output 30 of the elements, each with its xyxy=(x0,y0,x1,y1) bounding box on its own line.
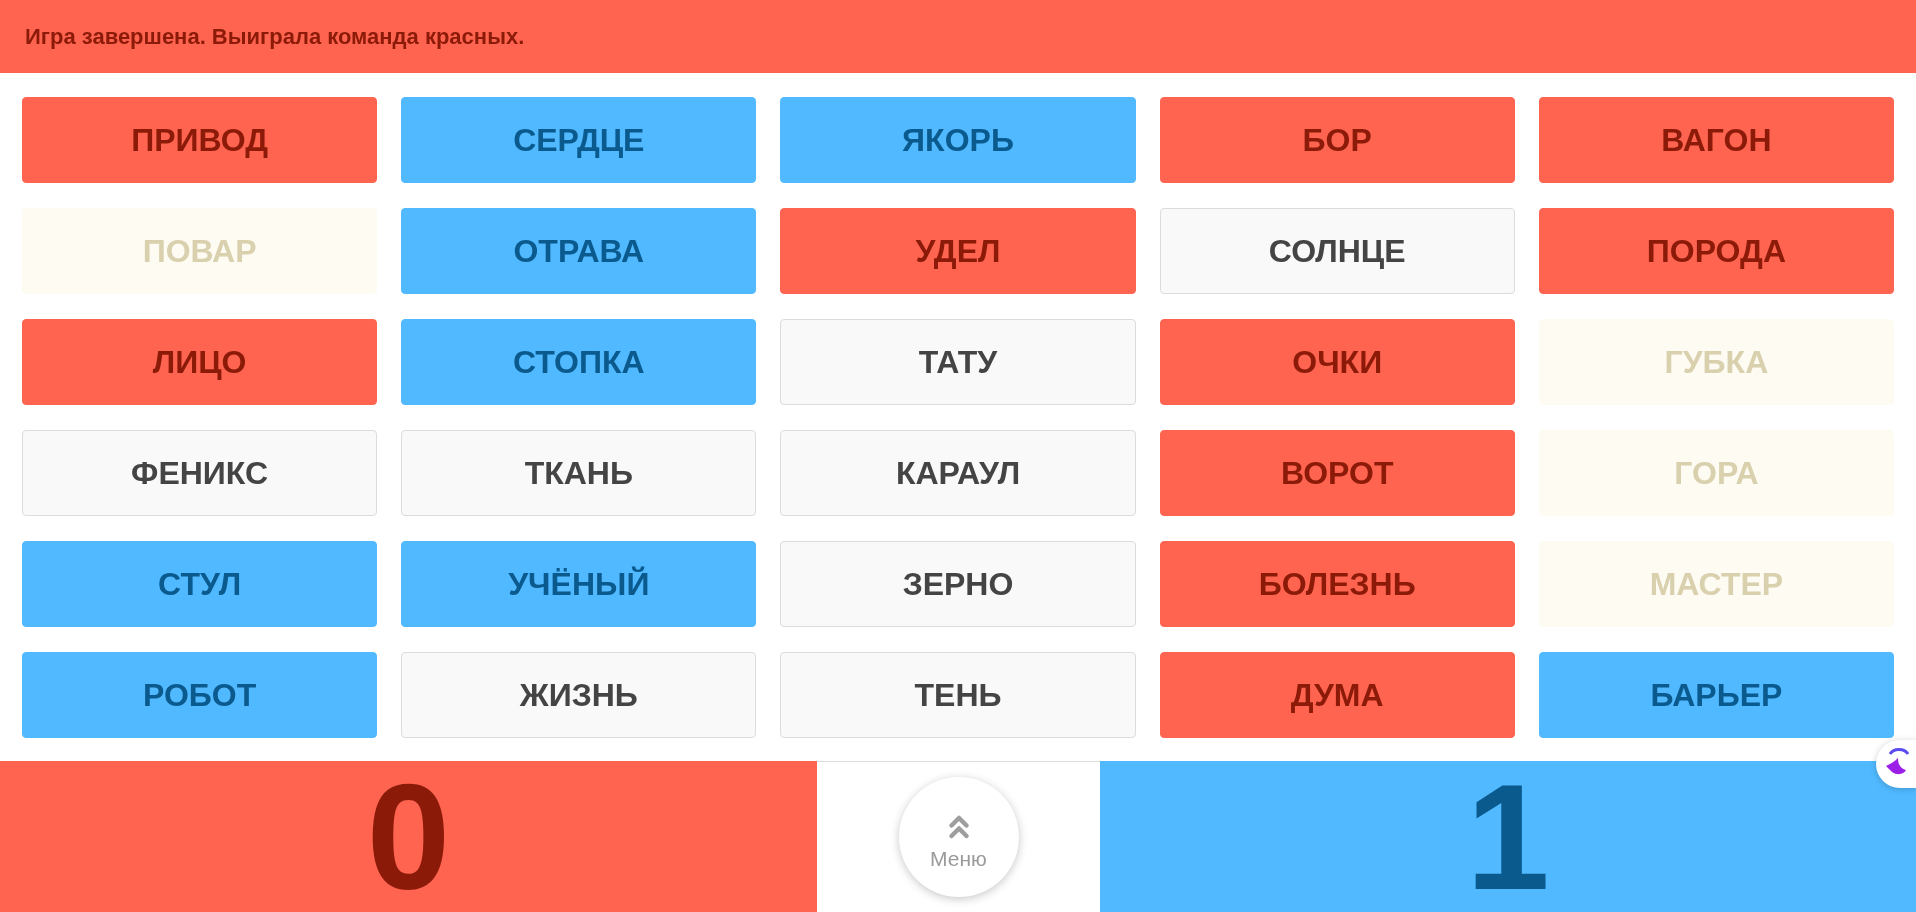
word-card[interactable]: СТОПКА xyxy=(401,319,757,405)
word-card[interactable]: ТАТУ xyxy=(780,319,1136,405)
word-card[interactable]: РОБОТ xyxy=(22,652,378,738)
word-card[interactable]: БАРЬЕР xyxy=(1538,652,1894,738)
word-card[interactable]: СЕРДЦЕ xyxy=(401,97,757,183)
word-card[interactable]: ПРИВОД xyxy=(22,97,378,183)
word-card[interactable]: ЗЕРНО xyxy=(780,541,1136,627)
menu-button[interactable]: Меню xyxy=(898,777,1019,897)
status-message: Игра завершена. Выиграла команда красных. xyxy=(25,23,525,50)
word-card[interactable]: УДЕЛ xyxy=(780,208,1136,294)
word-card[interactable]: ВАГОН xyxy=(1538,97,1894,183)
word-card[interactable]: СОЛНЦЕ xyxy=(1159,208,1515,294)
word-card[interactable]: ЖИЗНЬ xyxy=(401,652,757,738)
team-score: 0 xyxy=(366,761,451,912)
word-card[interactable]: БОР xyxy=(1159,97,1515,183)
word-card[interactable]: ПОРОДА xyxy=(1538,208,1894,294)
word-card[interactable]: ДУМА xyxy=(1159,652,1515,738)
word-card[interactable]: ВОРОТ xyxy=(1159,430,1515,516)
word-card[interactable]: КАРАУЛ xyxy=(780,430,1136,516)
word-card[interactable]: СТУЛ xyxy=(22,541,378,627)
word-card[interactable]: ФЕНИКС xyxy=(22,430,378,516)
word-card[interactable]: ТЕНЬ xyxy=(780,652,1136,738)
team-score: 1 xyxy=(1466,761,1550,912)
word-card[interactable]: УЧЁНЫЙ xyxy=(401,541,757,627)
word-card[interactable]: ОЧКИ xyxy=(1159,319,1515,405)
word-card[interactable]: ЛИЦО xyxy=(22,319,378,405)
word-card[interactable]: БОЛЕЗНЬ xyxy=(1159,541,1515,627)
word-card[interactable]: ЯКОРЬ xyxy=(780,97,1136,183)
word-card[interactable]: ТКАНЬ xyxy=(401,430,757,516)
word-card[interactable]: ОТРАВА xyxy=(401,208,757,294)
